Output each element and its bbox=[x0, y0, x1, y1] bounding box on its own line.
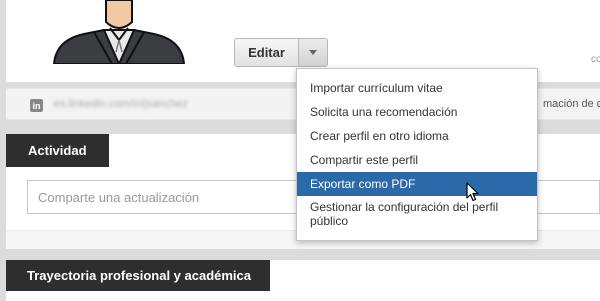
menu-item-share-profile[interactable]: Compartir este perfil bbox=[297, 148, 537, 172]
avatar-image bbox=[52, 0, 186, 64]
menu-item-create-profile-other-language[interactable]: Crear perfil en otro idioma bbox=[297, 124, 537, 148]
edit-button-group: Editar bbox=[234, 38, 328, 67]
truncated-text: cor bbox=[591, 54, 600, 65]
edit-menu-toggle[interactable] bbox=[299, 38, 328, 67]
avatar bbox=[30, 0, 210, 64]
edit-button[interactable]: Editar bbox=[234, 38, 299, 67]
menu-item-import-cv[interactable]: Importar currículum vitae bbox=[297, 76, 537, 100]
menu-item-export-pdf[interactable]: Exportar como PDF bbox=[297, 172, 537, 196]
public-profile-url[interactable]: es.linkedin.com/in/jsanchez bbox=[54, 98, 188, 110]
linkedin-icon: in bbox=[30, 99, 43, 112]
pointer-cursor-icon bbox=[466, 182, 479, 202]
section-title-career: Trayectoria profesional y académica bbox=[6, 260, 270, 291]
career-section: Trayectoria profesional y académica bbox=[6, 260, 600, 301]
menu-item-request-recommendation[interactable]: Solicita una recomendación bbox=[297, 100, 537, 124]
chevron-down-icon bbox=[309, 50, 317, 55]
section-title-activity: Actividad bbox=[6, 134, 109, 167]
menu-item-manage-public-profile[interactable]: Gestionar la configuración del perfil pú… bbox=[297, 196, 537, 232]
edit-dropdown-menu: Importar currículum vitae Solicita una r… bbox=[296, 68, 538, 241]
contact-info-link[interactable]: mación de co bbox=[543, 98, 600, 110]
